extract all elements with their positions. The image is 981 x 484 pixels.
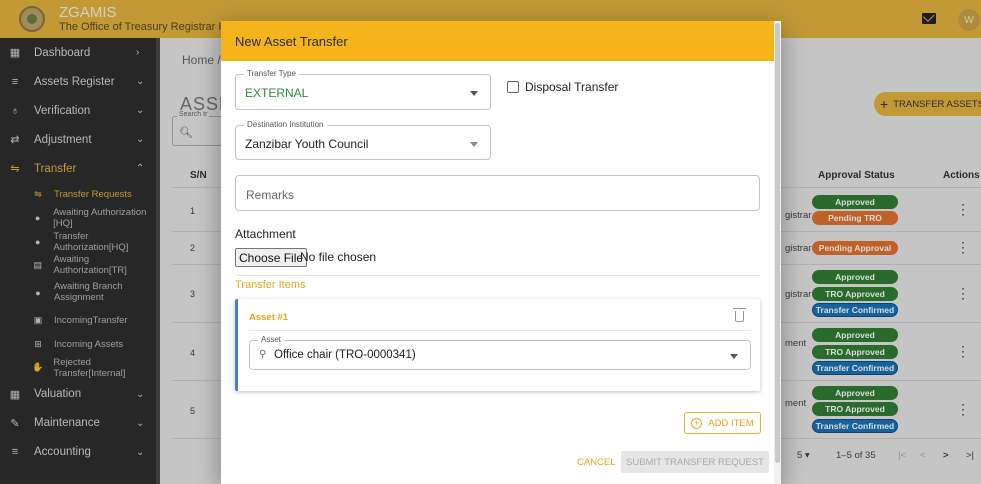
disposal-transfer-checkbox[interactable] — [507, 81, 519, 93]
add-circle-icon: + — [691, 417, 703, 429]
asset-item-card: Asset #1 Asset ⚲ Office chair (TRO-00003… — [235, 299, 760, 391]
transfer-items-title: Transfer Items — [235, 279, 306, 291]
submit-transfer-request-button[interactable]: SUBMIT TRANSFER REQUEST — [621, 451, 769, 473]
choose-file-button[interactable]: Choose File — [235, 248, 308, 267]
dropdown-caret-icon — [730, 354, 738, 359]
asset-label: Asset — [258, 335, 285, 344]
card-divider — [249, 330, 751, 331]
asset-item-title: Asset #1 — [249, 312, 289, 323]
file-status: No file chosen — [300, 250, 377, 264]
section-divider — [235, 275, 760, 276]
add-item-label: ADD ITEM — [708, 417, 754, 429]
remarks-input[interactable]: Remarks — [235, 175, 760, 211]
add-item-button[interactable]: + ADD ITEM — [684, 412, 761, 434]
destination-institution-label: Destination Institution — [244, 120, 327, 129]
new-asset-transfer-dialog: New Asset Transfer Transfer Type EXTERNA… — [221, 21, 781, 484]
disposal-transfer-label[interactable]: Disposal Transfer — [525, 80, 618, 94]
dialog-header: New Asset Transfer — [221, 21, 781, 61]
attachment-label: Attachment — [235, 227, 296, 241]
remarks-placeholder: Remarks — [246, 188, 295, 202]
transfer-type-label: Transfer Type — [244, 69, 299, 78]
destination-institution-select[interactable]: Destination Institution Zanzibar Youth C… — [235, 120, 491, 160]
destination-institution-value: Zanzibar Youth Council — [245, 137, 369, 151]
dialog-title: New Asset Transfer — [235, 33, 348, 49]
scrollbar-thumb[interactable] — [775, 23, 780, 463]
cancel-button[interactable]: CANCEL — [577, 457, 616, 468]
asset-value: Office chair (TRO-0000341) — [274, 349, 416, 361]
dropdown-caret-icon — [470, 141, 478, 147]
transfer-type-select[interactable]: Transfer Type EXTERNAL — [235, 69, 491, 110]
asset-select[interactable]: Asset ⚲ Office chair (TRO-0000341) — [249, 335, 751, 370]
transfer-type-value: EXTERNAL — [245, 86, 309, 100]
dialog-scrollbar[interactable] — [774, 21, 781, 484]
search-icon: ⚲ — [259, 349, 267, 360]
dropdown-caret-icon — [470, 91, 478, 96]
delete-icon[interactable] — [733, 308, 746, 322]
